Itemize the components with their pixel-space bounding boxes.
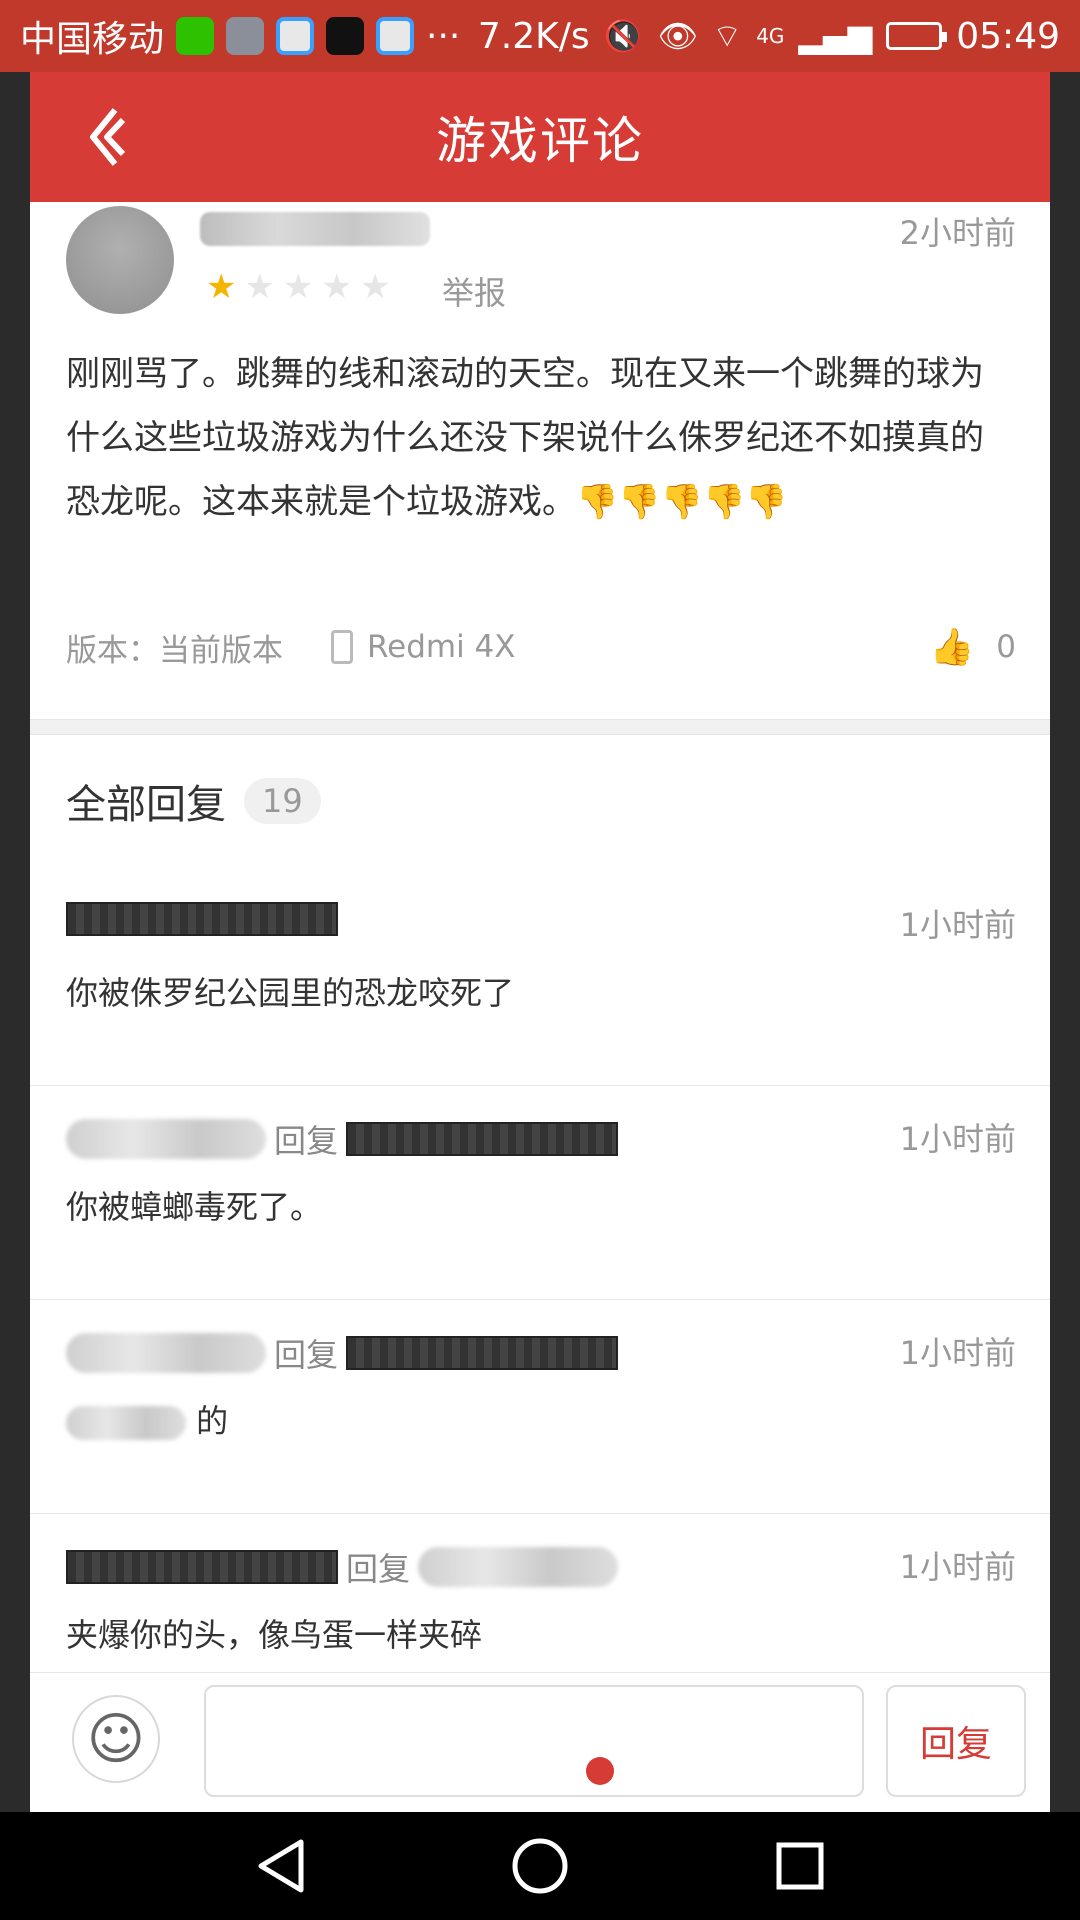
- reply-timestamp: 1小时前: [899, 1334, 1016, 1372]
- section-divider: [30, 719, 1050, 735]
- reply-text: 你被侏罗纪公园里的恐龙咬死了: [66, 974, 515, 1012]
- reply-item[interactable]: 回复 1小时前 你被蟑螂毒死了。: [30, 1086, 1050, 1300]
- wechat-icon: [176, 17, 215, 55]
- gallery-icon: [226, 17, 265, 55]
- phone-icon: [331, 630, 353, 664]
- review-meta: 版本：当前版本 Redmi 4X 👍 0: [66, 617, 1016, 677]
- masked-username[interactable]: [346, 1336, 619, 1370]
- replies-header: 全部回复 19: [66, 772, 321, 830]
- reply-input[interactable]: [204, 1685, 864, 1797]
- reply-to-label: 回复: [274, 1336, 339, 1374]
- rating-stars: ★ ★ ★ ★ ★: [206, 270, 390, 304]
- star-icon: ★: [244, 267, 275, 307]
- blurred-username[interactable]: [66, 1333, 266, 1373]
- username-blurred[interactable]: [200, 212, 430, 246]
- star-icon: ★: [206, 267, 237, 307]
- reply-author: 回复: [66, 1330, 619, 1376]
- report-link[interactable]: 举报: [442, 268, 506, 314]
- emoji-button[interactable]: ☺: [72, 1695, 160, 1783]
- masked-username[interactable]: [66, 1550, 338, 1584]
- send-reply-button[interactable]: 回复: [886, 1685, 1026, 1797]
- device-label: Redmi 4X: [367, 629, 516, 665]
- tiktok-icon: [326, 17, 365, 55]
- triangle-back-icon: [258, 1839, 304, 1893]
- reply-author: 回复: [66, 1116, 619, 1162]
- like-count: 0: [996, 629, 1016, 665]
- input-cursor-dot: [586, 1757, 614, 1785]
- back-button[interactable]: [70, 102, 140, 172]
- replies-title: 全部回复: [66, 782, 226, 828]
- masked-username[interactable]: [66, 902, 338, 936]
- circle-home-icon: [512, 1838, 568, 1894]
- clock: 05:49: [956, 15, 1060, 57]
- network-speed: 7.2K/s: [477, 15, 590, 57]
- baidu-icon: [376, 17, 415, 55]
- system-nav-bar: [0, 1812, 1080, 1920]
- star-icon: ★: [321, 267, 352, 307]
- avatar[interactable]: [66, 206, 174, 314]
- reply-item[interactable]: 回复 1小时前 的: [30, 1300, 1050, 1514]
- reply-item[interactable]: 1小时前 你被侏罗纪公园里的恐龙咬死了: [30, 872, 1050, 1086]
- carrier-label: 中国移动: [20, 19, 165, 60]
- network-type: 4G: [756, 24, 785, 48]
- more-icon: ···: [426, 15, 461, 57]
- reply-timestamp: 1小时前: [899, 1548, 1016, 1586]
- reply-author: 回复: [66, 1544, 619, 1590]
- battery-icon: [886, 22, 948, 50]
- review-text: 刚刚骂了。跳舞的线和滚动的天空。现在又来一个跳舞的球为什么这些垃圾游戏为什么还没…: [66, 354, 984, 522]
- reply-input-bar: ☺ 回复: [30, 1672, 1050, 1812]
- mute-icon: 🔇: [603, 17, 644, 55]
- reply-timestamp: 1小时前: [899, 1120, 1016, 1158]
- thumbs-up-icon: 👍: [929, 627, 975, 668]
- blurred-username[interactable]: [418, 1547, 619, 1587]
- status-bar: 中国移动 ··· 7.2K/s 🔇 👁 ⌔ 4G ▂▄▆ 05:49: [0, 0, 1080, 72]
- version-label: 版本：当前版本: [66, 632, 283, 669]
- like-button[interactable]: 👍 0: [929, 626, 1016, 668]
- blurred-username[interactable]: [66, 1119, 266, 1159]
- nav-recents-button[interactable]: [770, 1836, 830, 1896]
- review-card: ★ ★ ★ ★ ★ 举报 2小时前 刚刚骂了。跳舞的线和滚动的天空。现在又来一个…: [30, 202, 1050, 722]
- nav-back-button[interactable]: [250, 1836, 310, 1896]
- header-bar: 游戏评论: [30, 72, 1050, 202]
- page-title: 游戏评论: [436, 112, 644, 170]
- reply-text-visible: 的: [196, 1402, 229, 1440]
- signal-icon: ▂▄▆: [798, 17, 873, 55]
- eye-icon: 👁: [657, 17, 699, 55]
- reply-author: [66, 902, 338, 936]
- square-recents-icon: [776, 1842, 824, 1890]
- reply-text: 你被蟑螂毒死了。: [66, 1188, 323, 1226]
- app-frame: 游戏评论 ★ ★ ★ ★ ★ 举报 2小时前 刚刚骂了。跳舞的线和滚动的天空。现…: [30, 72, 1050, 1812]
- reply-timestamp: 1小时前: [899, 906, 1016, 944]
- masked-username[interactable]: [346, 1122, 619, 1156]
- baidu-icon: [276, 17, 315, 55]
- back-arrow-icon: [90, 108, 125, 166]
- status-right: 7.2K/s 🔇 👁 ⌔ 4G ▂▄▆ 05:49: [478, 16, 1060, 57]
- reply-text: 的: [66, 1396, 228, 1442]
- reply-to-label: 回复: [346, 1550, 411, 1588]
- reply-to-label: 回复: [274, 1122, 339, 1160]
- nav-home-button[interactable]: [510, 1836, 570, 1896]
- wifi-icon: ⌔: [712, 17, 743, 55]
- status-left: 中国移动 ···: [20, 10, 460, 62]
- reply-text: 夹爆你的头，像鸟蛋一样夹碎: [66, 1616, 483, 1654]
- replies-count-badge: 19: [244, 778, 321, 824]
- review-timestamp: 2小时前: [899, 214, 1016, 252]
- star-icon: ★: [359, 267, 391, 307]
- blurred-text: [66, 1406, 186, 1440]
- star-icon: ★: [282, 267, 314, 307]
- smiley-icon: ☺: [86, 1706, 146, 1772]
